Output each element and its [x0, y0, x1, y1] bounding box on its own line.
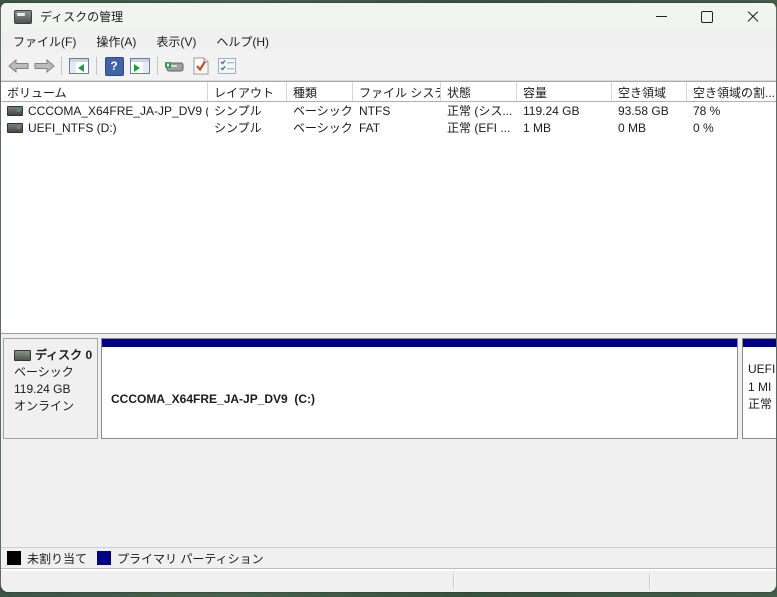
titlebar: ディスクの管理 — [1, 3, 776, 30]
disk-management-window: ディスクの管理 ファイル(F) 操作(A) 表示(V) ヘルプ(H) ? ボリュ… — [0, 3, 777, 592]
legend-bar: 未割り当て プライマリ パーティション — [1, 547, 776, 568]
disk-status: オンライン — [14, 399, 75, 413]
cell-volume: CCCOMA_X64FRE_JA-JP_DV9 (C:) — [1, 104, 208, 118]
column-header-free[interactable]: 空き領域 — [612, 82, 687, 101]
column-header-capacity[interactable]: 容量 — [517, 82, 612, 101]
partition-status: 正常 — [748, 397, 773, 411]
column-header-type[interactable]: 種類 — [287, 82, 353, 101]
cell-volume: UEFI_NTFS (D:) — [1, 121, 208, 135]
cell-filesystem: NTFS — [359, 103, 391, 118]
cell-type: ベーシック — [293, 104, 353, 118]
column-header-free-pct[interactable]: 空き領域の割... — [687, 82, 776, 101]
disk-console-button[interactable] — [162, 54, 188, 78]
console-tree-icon — [69, 58, 89, 74]
toolbar-separator — [96, 57, 97, 75]
cell-capacity: 119.24 GB — [523, 103, 580, 118]
column-header-volume[interactable]: ボリューム — [1, 82, 208, 101]
column-header-status[interactable]: 状態 — [441, 82, 517, 101]
partition-title: CCCOMA_X64FRE_JA-JP_DV9 (C:) — [111, 392, 316, 406]
minimize-icon — [655, 16, 667, 17]
column-header-layout[interactable]: レイアウト — [208, 82, 287, 101]
menu-help[interactable]: ヘルプ(H) — [206, 31, 279, 52]
minimize-button[interactable] — [638, 3, 684, 30]
cell-free-pct: 78 % — [693, 103, 721, 118]
volume-name: UEFI_NTFS (D:) — [28, 120, 117, 135]
forward-button[interactable] — [31, 54, 57, 78]
show-console-tree-button[interactable] — [66, 54, 92, 78]
document-check-icon — [193, 57, 209, 75]
partition-size-fs: 1 MI — [748, 379, 772, 394]
back-arrow-icon — [7, 59, 28, 73]
disk-type: ベーシック — [14, 365, 74, 379]
maximize-icon — [701, 10, 713, 23]
partition-type-bar — [743, 339, 776, 347]
cell-layout: シンプル — [214, 121, 262, 135]
legend-unallocated-label: 未割り当て — [27, 551, 88, 566]
app-disk-icon — [14, 9, 32, 24]
toolbar-separator — [61, 57, 62, 75]
disk-icon — [14, 350, 31, 361]
cell-free: 0 MB — [618, 120, 647, 135]
volume-drive-icon — [7, 105, 23, 116]
action-pane-icon — [130, 58, 150, 74]
show-action-pane-button[interactable] — [127, 54, 153, 78]
close-button[interactable] — [730, 3, 776, 30]
statusbar-separator — [649, 574, 650, 589]
checklist-icon — [218, 58, 236, 74]
cell-filesystem: FAT — [359, 120, 381, 135]
partition-uefi[interactable]: UEFI 1 MI 正常 — [742, 338, 776, 439]
cell-status: 正常 (シス... — [447, 104, 513, 118]
back-button[interactable] — [5, 54, 31, 78]
close-icon — [747, 11, 759, 23]
disk-name: ディスク 0 — [35, 348, 93, 362]
primary-partition-swatch-icon — [97, 551, 112, 565]
menu-file[interactable]: ファイル(F) — [3, 31, 86, 52]
toolbar: ? — [1, 52, 776, 81]
partition-uefi-details: UEFI 1 MI 正常 — [743, 347, 776, 414]
window-controls — [638, 3, 776, 30]
disk-0-info-panel[interactable]: ディスク 0 ベーシック 119.24 GB オンライン — [3, 338, 98, 439]
cell-free: 93.58 GB — [618, 103, 669, 118]
cell-capacity: 1 MB — [523, 120, 552, 135]
cell-type: ベーシック — [293, 121, 353, 135]
column-header-filesystem[interactable]: ファイル システム — [353, 82, 441, 101]
cell-status: 正常 (EFI ... — [447, 121, 511, 135]
volume-drive-icon — [7, 122, 23, 133]
graphical-view: ディスク 0 ベーシック 119.24 GB オンライン CCCOMA_X64F… — [1, 333, 776, 547]
desktop-background: ディスクの管理 ファイル(F) 操作(A) 表示(V) ヘルプ(H) ? ボリュ… — [0, 0, 777, 597]
partition-c-details: CCCOMA_X64FRE_JA-JP_DV9 (C:) 119.24 GB N… — [102, 347, 737, 438]
toolbar-separator — [157, 57, 158, 75]
legend-primary-partition-label: プライマリ パーティション — [117, 551, 264, 566]
window-title: ディスクの管理 — [40, 10, 124, 24]
partition-title: UEFI — [748, 362, 776, 376]
menubar: ファイル(F) 操作(A) 表示(V) ヘルプ(H) — [1, 30, 776, 52]
volume-name: CCCOMA_X64FRE_JA-JP_DV9 (C:) — [28, 103, 208, 118]
table-row-volume-c[interactable]: CCCOMA_X64FRE_JA-JP_DV9 (C:) シンプル ベーシック … — [1, 102, 776, 119]
disk-console-icon — [165, 62, 184, 72]
forward-arrow-icon — [34, 59, 55, 73]
statusbar-separator — [453, 574, 454, 589]
menu-view[interactable]: 表示(V) — [146, 31, 206, 52]
disk-0-row: ディスク 0 ベーシック 119.24 GB オンライン CCCOMA_X64F… — [3, 338, 776, 439]
help-icon: ? — [104, 56, 124, 76]
cell-free-pct: 0 % — [693, 120, 714, 135]
table-row-volume-d[interactable]: UEFI_NTFS (D:) シンプル ベーシック FAT 正常 (EFI ..… — [1, 119, 776, 136]
volume-list: ボリューム レイアウト 種類 ファイル システム 状態 容量 空き領域 空き領域… — [1, 81, 776, 333]
unallocated-swatch-icon — [7, 551, 21, 565]
help-button[interactable]: ? — [101, 54, 127, 78]
cell-layout: シンプル — [214, 104, 262, 118]
maximize-button[interactable] — [684, 3, 730, 30]
refresh-check-button[interactable] — [188, 54, 214, 78]
partition-c[interactable]: CCCOMA_X64FRE_JA-JP_DV9 (C:) 119.24 GB N… — [101, 338, 738, 439]
menu-action[interactable]: 操作(A) — [86, 31, 146, 52]
volume-list-header: ボリューム レイアウト 種類 ファイル システム 状態 容量 空き領域 空き領域… — [1, 82, 776, 102]
partition-type-bar — [102, 339, 737, 347]
statusbar — [1, 571, 776, 592]
disk-size: 119.24 GB — [14, 382, 71, 396]
view-options-button[interactable] — [214, 54, 240, 78]
